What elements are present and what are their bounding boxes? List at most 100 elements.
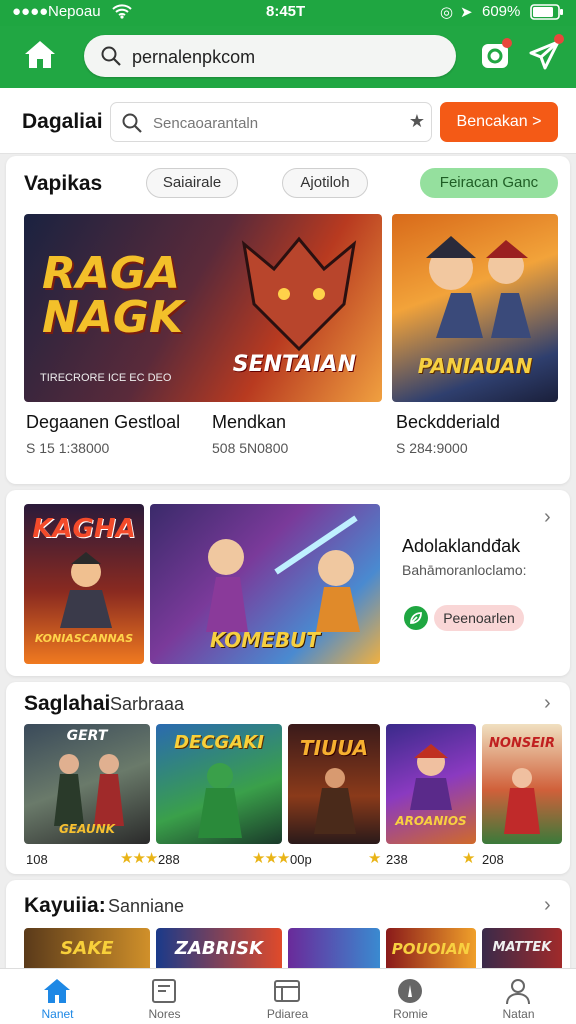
- home-icon: [44, 979, 70, 1003]
- game-rating: 238: [386, 852, 408, 867]
- tab-label: Nanet: [41, 1007, 74, 1021]
- game-title[interactable]: Mendkan: [212, 412, 286, 433]
- favorite-icon[interactable]: ★: [409, 111, 425, 132]
- notification-dot: [554, 34, 564, 44]
- character-art: [504, 768, 540, 834]
- notification-dot: [502, 38, 512, 48]
- game-thumbnail[interactable]: [288, 928, 380, 972]
- filter-chip-active[interactable]: Feiracan Ganc: [420, 168, 558, 198]
- compass-icon: [398, 979, 422, 1003]
- character-art: [314, 768, 356, 834]
- game-thumbnail[interactable]: DECGAKI: [156, 724, 282, 844]
- game-rating: 108: [26, 852, 48, 867]
- promo-card: KAGHA KONIASCANNAS KOMEBUT › Adolaklandđ…: [6, 490, 570, 676]
- url-text: pernalenpkcom: [132, 47, 256, 67]
- game-art-title: TIUUA: [299, 736, 369, 760]
- news-icon: [152, 979, 176, 1003]
- section-label: Dagaliai: [22, 110, 103, 133]
- tab-label: Pdiarea: [266, 1007, 309, 1021]
- game-thumbnail[interactable]: KOMEBUT: [150, 504, 380, 664]
- app-screen: ●●●● Nepoau 8:45T ◎ ➤ 609% pernalenpkcom: [0, 0, 576, 1024]
- wifi-icon: [112, 3, 132, 23]
- game-art-title: NONSEIR: [489, 736, 555, 751]
- signal-icon: ●●●●: [12, 3, 49, 20]
- character-art: [60, 552, 112, 628]
- search-icon: [122, 113, 142, 133]
- character-art: [206, 515, 360, 632]
- game-thumbnail[interactable]: AROANIOS: [386, 724, 476, 844]
- section-subtitle: Sanniane: [108, 896, 185, 916]
- game-rating: 208: [482, 852, 504, 867]
- bottom-tab-bar: Nanet Nores Pdiarea Romie Natan: [0, 968, 576, 1024]
- section-title: Kayuiia:: [24, 894, 106, 917]
- game-art-caption: AROANIOS: [395, 814, 467, 828]
- game-art-title: GERT: [66, 728, 108, 744]
- star-rating-icon: ★★★: [252, 850, 290, 867]
- battery-icon: [530, 4, 564, 24]
- star-rating-icon: ★: [368, 850, 381, 867]
- leaf-icon: [404, 606, 428, 630]
- character-art: [410, 744, 452, 810]
- search-button[interactable]: Bencakan >: [440, 102, 558, 142]
- chevron-right-icon[interactable]: ›: [544, 506, 551, 529]
- game-thumbnail[interactable]: POUOIAN: [386, 928, 476, 972]
- promo-subtitle: Bahāmoranloclamo:: [402, 562, 527, 578]
- games-section: Saglahai Sarbraaa › GERT GEAUNK DECGAKI …: [6, 682, 570, 874]
- game-art-title: RAGA NAGK: [42, 248, 184, 343]
- url-bar[interactable]: pernalenpkcom: [84, 35, 456, 77]
- search-input[interactable]: Sencaoarantaln ★: [110, 102, 432, 142]
- game-art-caption: PANIAUAN: [417, 354, 533, 378]
- character-art: [198, 763, 242, 838]
- game-title[interactable]: Beckdderiald: [396, 412, 500, 433]
- game-thumbnail[interactable]: NONSEIR: [482, 724, 562, 844]
- game-thumbnail[interactable]: MATTEK: [482, 928, 562, 972]
- tile-footer: TIRECRORE ICE EC DEO: [40, 372, 172, 384]
- chevron-right-icon[interactable]: ›: [544, 894, 551, 917]
- game-art-caption: KOMEBUT: [210, 628, 320, 652]
- character-art: [54, 754, 124, 826]
- game-thumbnail[interactable]: GERT GEAUNK: [24, 724, 150, 844]
- game-rating: 288: [158, 852, 180, 867]
- filter-chip[interactable]: Saiairale: [146, 168, 238, 198]
- tab-label: Natan: [502, 1007, 535, 1021]
- share-button[interactable]: [528, 34, 564, 72]
- filter-chip[interactable]: Ajotiloh: [282, 168, 368, 198]
- tab-profile[interactable]: Natan: [461, 969, 576, 1024]
- section-subtitle: Sarbraaa: [110, 694, 185, 714]
- game-thumbnail[interactable]: PANIAUAN: [392, 214, 558, 402]
- game-title[interactable]: Degaanen Gestloal: [26, 412, 180, 433]
- home-icon: [25, 41, 55, 68]
- tab-explore[interactable]: Romie: [353, 969, 468, 1024]
- character-art: [241, 236, 357, 352]
- tab-label: Romie: [393, 1007, 428, 1021]
- search-icon: [101, 46, 121, 66]
- tab-home[interactable]: Nanet: [0, 969, 115, 1024]
- game-art-title: POUOIAN: [391, 940, 471, 958]
- game-thumbnail[interactable]: ZABRISK: [156, 928, 282, 972]
- game-thumbnail[interactable]: KAGHA KONIASCANNAS: [24, 504, 144, 664]
- tab-news[interactable]: Nores: [107, 969, 222, 1024]
- game-art-title: MATTEK: [492, 940, 552, 955]
- games-section: Kayuiia: Sanniane › SAKE ZABRISK POUOIAN…: [6, 880, 570, 980]
- tab-store[interactable]: Pdiarea: [230, 969, 345, 1024]
- game-thumbnail[interactable]: RAGA NAGK SENTAIAN TIRECRORE ICE EC DEO: [24, 214, 382, 402]
- top-bar: pernalenpkcom: [0, 26, 576, 88]
- search-section: Dagaliai Sencaoarantaln ★ Bencakan >: [0, 88, 576, 154]
- promo-title[interactable]: Adolaklandđak: [402, 536, 520, 557]
- clock: 8:45T: [266, 3, 306, 20]
- status-bar: ●●●● Nepoau 8:45T ◎ ➤ 609%: [0, 0, 576, 26]
- tab-label: Nores: [148, 1007, 181, 1021]
- chevron-right-icon[interactable]: ›: [544, 692, 551, 715]
- camera-button[interactable]: [478, 38, 512, 72]
- section-title: Saglahai: [24, 692, 111, 715]
- promo-button[interactable]: Peenoarlen: [434, 605, 524, 631]
- home-button[interactable]: [22, 38, 58, 72]
- game-price: 508 5N0800: [212, 440, 289, 456]
- game-art-title: KAGHA: [32, 514, 136, 544]
- featured-title: Vapikas: [24, 172, 103, 195]
- game-thumbnail[interactable]: SAKE: [24, 928, 150, 972]
- game-rating: 00p: [290, 852, 312, 867]
- alarm-icon: ◎: [440, 4, 454, 21]
- game-thumbnail[interactable]: TIUUA: [288, 724, 380, 844]
- store-icon: [274, 980, 300, 1002]
